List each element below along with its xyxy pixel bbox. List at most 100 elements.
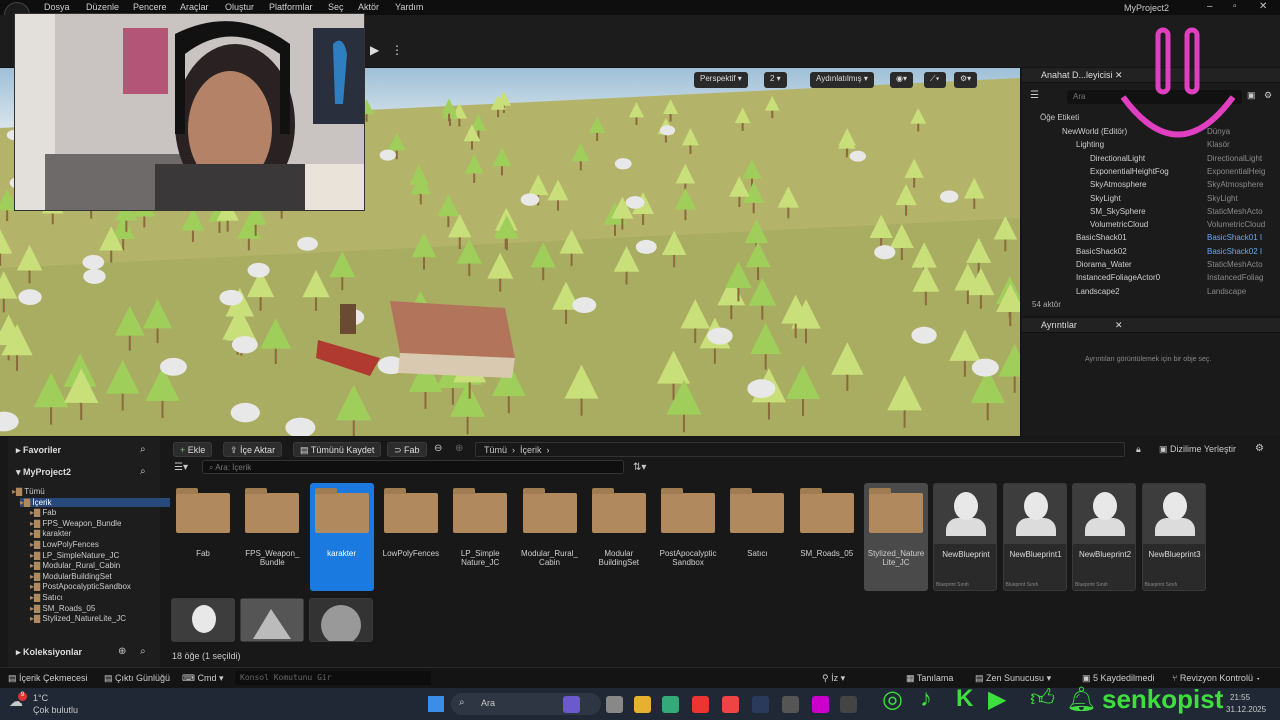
back-icon[interactable]: ⊖ [434, 443, 442, 454]
perspective-dropdown[interactable]: Perspektif ▾ [694, 72, 748, 88]
play-icon[interactable]: ▶ [370, 43, 379, 57]
snap-icon[interactable]: ⟋▾ [924, 72, 946, 88]
outliner-row[interactable]: Landscape2 Landscape [1022, 286, 1280, 299]
dock-layout-button[interactable]: ▣ Dizilime Yerleştir [1159, 444, 1236, 455]
forward-icon[interactable]: ⊕ [455, 443, 463, 454]
folder-tree-item[interactable]: ▸▇ Stylized_NatureLite_JC [30, 614, 126, 623]
folder-tree-item[interactable]: ▸▇ LowPolyFences [30, 540, 99, 549]
taskbar-app-icon[interactable] [812, 696, 829, 713]
menu-item-3[interactable]: Araçlar [180, 2, 209, 12]
search-icon[interactable]: ⌕ [140, 646, 146, 657]
folder-tile[interactable]: LowPolyFences [379, 483, 443, 591]
folder-add-icon[interactable]: ▣ [1247, 90, 1256, 101]
texture-tile[interactable] [240, 598, 304, 642]
outliner-row[interactable]: SkyAtmosphere SkyAtmosphere [1022, 179, 1280, 192]
menu-item-2[interactable]: Pencere [133, 2, 167, 12]
folder-tile[interactable]: Stylized_Nature Lite_JC [864, 483, 928, 591]
add-icon[interactable]: ⊕ [118, 646, 126, 657]
folder-tree-item[interactable]: ▸▇ LP_SimpleNature_JC [30, 551, 119, 560]
blueprint-tile[interactable]: NewBlueprint3 Blueprint Sınıfı [1141, 483, 1206, 591]
folder-tree-item[interactable]: ▸▇ ModularBuildingSet [30, 572, 112, 581]
save-all-button[interactable]: ▤ Tümünü Kaydet [293, 442, 382, 457]
maximize-icon[interactable]: ▫ [1233, 1, 1237, 12]
menu-item-1[interactable]: Düzenle [86, 2, 119, 12]
folder-tree-item[interactable]: ▸▇ Modular_Rural_Cabin [30, 561, 120, 570]
taskbar-app-icon[interactable] [662, 696, 679, 713]
folder-tile[interactable]: FPS_Weapon_ Bundle [240, 483, 304, 591]
trace-button[interactable]: ⚲ İz ▾ [822, 673, 845, 684]
filter-icon[interactable]: ☰▾ [174, 462, 188, 473]
folder-tile[interactable]: karakter [309, 483, 374, 591]
menu-item-7[interactable]: Aktör [358, 2, 379, 12]
settings-icon[interactable]: ⚙ [1255, 443, 1264, 454]
blueprint-tile[interactable]: NewBlueprint2 Blueprint Sınıfı [1072, 483, 1136, 591]
outliner-row[interactable]: SM_SkySphere StaticMeshActo [1022, 206, 1280, 219]
sort-icon[interactable]: ⇅▾ [633, 462, 646, 473]
outliner-row[interactable]: BasicShack02 BasicShack02 I [1022, 246, 1280, 259]
cmd-dropdown[interactable]: ⌨ Cmd ▾ [182, 673, 224, 684]
outliner-row[interactable]: SkyLight SkyLight [1022, 193, 1280, 206]
taskbar-app-icon[interactable] [563, 696, 580, 713]
folder-tree-item[interactable]: ▸▇ Tümü [12, 487, 45, 496]
folder-tree-item[interactable]: ▸▇ Satıcı [30, 593, 63, 602]
outliner-row[interactable]: BasicShack01 BasicShack01 I [1022, 232, 1280, 245]
project-header[interactable]: ▾ MyProject2 [16, 467, 71, 478]
details-tab[interactable]: Ayrıntılar [1041, 320, 1077, 330]
output-log-button[interactable]: ▤ Çıktı Günlüğü [104, 673, 170, 684]
blueprint-tile[interactable]: NewBlueprint Blueprint Sınıfı [933, 483, 997, 591]
folder-tile[interactable]: LP_Simple Nature_JC [448, 483, 512, 591]
close-icon[interactable]: ✕ [1259, 1, 1267, 12]
fab-button[interactable]: ⊃ Fab [387, 442, 427, 457]
minimize-icon[interactable]: – [1207, 1, 1213, 12]
taskbar-app-icon[interactable] [692, 696, 709, 713]
outliner-row[interactable]: InstancedFoliageActor0 InstancedFoliag [1022, 272, 1280, 285]
taskbar-app-icon[interactable] [840, 696, 857, 713]
show-flags-icon[interactable]: ◉▾ [890, 72, 913, 88]
folder-tree-item[interactable]: ▸▇ PostApocalypticSandbox [30, 582, 131, 591]
windows-start-icon[interactable] [428, 696, 444, 712]
taskbar-app-icon[interactable] [606, 696, 623, 713]
content-search-input[interactable]: ⌕ Ara: İçerik [202, 460, 624, 474]
folder-tile[interactable]: SM_Roads_05 [795, 483, 859, 591]
taskbar-app-icon[interactable] [782, 696, 799, 713]
breadcrumb-all[interactable]: Tümü [484, 445, 507, 455]
folder-tree-item[interactable]: ▸▇ FPS_Weapon_Bundle [30, 519, 121, 528]
lock-icon[interactable]: 🔒︎ [1136, 444, 1141, 455]
unsaved-button[interactable]: ▣ 5 Kaydedilmedi [1082, 673, 1155, 684]
outliner-row[interactable]: Diorama_Water StaticMeshActo [1022, 259, 1280, 272]
folder-tile[interactable]: Modular_Rural_ Cabin [518, 483, 582, 591]
diagnostics-button[interactable]: ▦ Tanılama [906, 673, 953, 684]
content-drawer-button[interactable]: ▤ İçerik Çekmecesi [8, 673, 88, 684]
folder-tile[interactable]: Modular BuildingSet [587, 483, 651, 591]
settings-icon[interactable]: ⚙ [1264, 90, 1272, 101]
search-icon[interactable]: ⌕ [140, 466, 146, 477]
material-tile[interactable] [309, 598, 373, 645]
folder-tree-item[interactable]: ▸▇ İçerik [20, 497, 170, 507]
breadcrumb-content[interactable]: İçerik [520, 445, 542, 455]
lighting-dropdown[interactable]: Aydınlatılmış ▾ [810, 72, 874, 88]
menu-item-4[interactable]: Oluştur [225, 2, 254, 12]
settings-icon[interactable]: ⚙▾ [954, 72, 978, 88]
favorites-header[interactable]: ▸ Favoriler [16, 445, 61, 456]
outliner-tab[interactable]: Anahat D...leyicisi [1041, 70, 1113, 80]
outliner-row[interactable]: VolumetricCloud VolumetricCloud [1022, 219, 1280, 232]
folder-tile[interactable]: Satıcı [725, 483, 789, 591]
console-input[interactable]: Konsol Komutunu Gir [235, 671, 431, 685]
taskbar-app-icon[interactable] [752, 696, 769, 713]
collections-header[interactable]: ▸ Koleksiyonlar [16, 647, 82, 658]
menu-item-0[interactable]: Dosya [44, 2, 70, 12]
close-tab-icon[interactable]: ✕ [1115, 320, 1123, 331]
taskbar-app-icon[interactable] [722, 696, 739, 713]
folder-tree-item[interactable]: ▸▇ SM_Roads_05 [30, 604, 95, 613]
taskbar-app-icon[interactable] [634, 696, 651, 713]
menu-item-6[interactable]: Seç [328, 2, 344, 12]
more-icon[interactable]: ⋮ [391, 43, 403, 57]
filter-icon[interactable]: ☰ [1030, 90, 1039, 101]
add-button[interactable]: + Ekle [173, 442, 213, 457]
folder-tree-item[interactable]: ▸▇ karakter [30, 529, 71, 538]
folder-tile[interactable]: Fab [171, 483, 235, 591]
menu-item-8[interactable]: Yardım [395, 2, 423, 12]
folder-tree-item[interactable]: ▸▇ Fab [30, 508, 56, 517]
outliner-row[interactable]: ExponentialHeightFog ExponentialHeig [1022, 166, 1280, 179]
menu-item-5[interactable]: Platformlar [269, 2, 313, 12]
